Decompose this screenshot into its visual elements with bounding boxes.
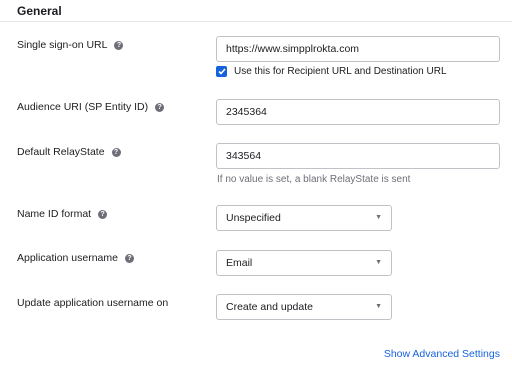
relay-state-label-row: Default RelayState ? <box>17 146 121 158</box>
update-username-value: Create and update <box>226 301 313 313</box>
saml-general-settings: General Single sign-on URL ? Use this fo… <box>0 0 512 380</box>
section-divider <box>0 21 512 22</box>
sso-url-label: Single sign-on URL <box>17 39 108 51</box>
section-title: General <box>17 4 62 18</box>
audience-uri-label: Audience URI (SP Entity ID) <box>17 101 149 113</box>
update-username-select[interactable]: Create and update ▼ <box>216 294 392 320</box>
help-icon[interactable]: ? <box>155 102 165 112</box>
name-id-format-label: Name ID format <box>17 208 92 220</box>
dropdown-caret-icon: ▼ <box>375 214 382 221</box>
name-id-format-label-row: Name ID format ? <box>17 208 108 220</box>
app-username-label-row: Application username ? <box>17 252 134 264</box>
audience-uri-label-row: Audience URI (SP Entity ID) ? <box>17 101 165 113</box>
app-username-value: Email <box>226 257 253 269</box>
sso-url-input[interactable] <box>216 36 500 62</box>
name-id-format-select[interactable]: Unspecified ▼ <box>216 205 392 231</box>
recipient-destination-checkbox-label: Use this for Recipient URL and Destinati… <box>234 66 447 77</box>
relay-state-hint: If no value is set, a blank RelayState i… <box>217 174 411 185</box>
recipient-destination-checkbox-row[interactable]: Use this for Recipient URL and Destinati… <box>216 66 447 77</box>
dropdown-caret-icon: ▼ <box>375 303 382 310</box>
relay-state-input[interactable] <box>216 143 500 169</box>
dropdown-caret-icon: ▼ <box>375 259 382 266</box>
update-username-label-row: Update application username on <box>17 297 168 309</box>
audience-uri-input[interactable] <box>216 99 500 125</box>
help-icon[interactable]: ? <box>114 40 124 50</box>
sso-url-label-row: Single sign-on URL ? <box>17 39 124 51</box>
app-username-select[interactable]: Email ▼ <box>216 250 392 276</box>
update-username-label: Update application username on <box>17 297 169 309</box>
help-icon[interactable]: ? <box>111 147 121 157</box>
app-username-label: Application username <box>17 252 118 264</box>
checkbox-checked-icon[interactable] <box>216 66 227 77</box>
help-icon[interactable]: ? <box>124 253 134 263</box>
name-id-format-value: Unspecified <box>226 212 281 224</box>
relay-state-label: Default RelayState <box>17 146 105 158</box>
help-icon[interactable]: ? <box>98 209 108 219</box>
show-advanced-settings-link[interactable]: Show Advanced Settings <box>384 348 500 360</box>
